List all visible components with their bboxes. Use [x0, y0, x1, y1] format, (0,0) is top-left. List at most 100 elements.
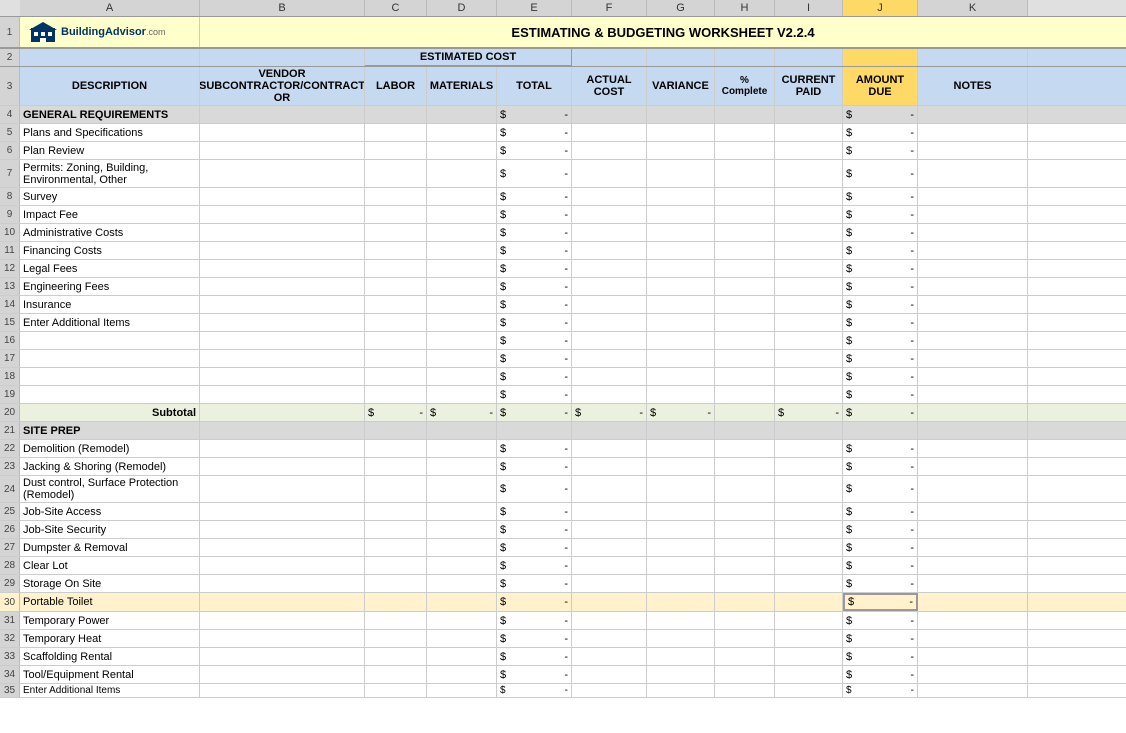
r22-f	[572, 440, 647, 457]
r11-d	[427, 242, 497, 259]
r28-e: $-	[497, 557, 572, 574]
r30-f	[572, 593, 647, 611]
header-variance: VARIANCE	[647, 67, 715, 105]
r28-b	[200, 557, 365, 574]
r29-f	[572, 575, 647, 592]
r14-g	[647, 296, 715, 313]
r14-b	[200, 296, 365, 313]
r34-c	[365, 666, 427, 683]
r6-i	[775, 142, 843, 159]
r12-j: $-	[843, 260, 918, 277]
r30-e: $-	[497, 593, 572, 611]
row-35: 35 Enter Additional Items $- $-	[0, 684, 1126, 698]
row-19: 19 $- $-	[0, 386, 1126, 404]
r12-c	[365, 260, 427, 277]
corner-cell	[0, 0, 20, 16]
r26-b	[200, 521, 365, 538]
r26-f	[572, 521, 647, 538]
r12-e: $-	[497, 260, 572, 277]
r25-f	[572, 503, 647, 520]
actual-cost-upper	[572, 49, 647, 66]
rownum-23: 23	[0, 458, 20, 475]
r15-b	[200, 314, 365, 331]
r25-d	[427, 503, 497, 520]
r7-i	[775, 160, 843, 187]
r4-h	[715, 106, 775, 123]
r30-j[interactable]: $-	[843, 593, 918, 611]
r20-c: $-	[365, 404, 427, 421]
r33-g	[647, 648, 715, 665]
row-14: 14 Insurance $- $-	[0, 296, 1126, 314]
r13-e: $-	[497, 278, 572, 295]
r9-c	[365, 206, 427, 223]
r28-f	[572, 557, 647, 574]
r19-b	[200, 386, 365, 403]
r13-c	[365, 278, 427, 295]
r8-c	[365, 188, 427, 205]
row-3: 3 DESCRIPTION VENDOR SUBCONTRACTOR/CONTR…	[0, 67, 1126, 106]
rownum-11: 11	[0, 242, 20, 259]
r33-c	[365, 648, 427, 665]
r28-c	[365, 557, 427, 574]
r4-g	[647, 106, 715, 123]
r18-e: $-	[497, 368, 572, 385]
rownum-10: 10	[0, 224, 20, 241]
r26-d	[427, 521, 497, 538]
row-13: 13 Engineering Fees $- $-	[0, 278, 1126, 296]
col-header-f: F	[572, 0, 647, 16]
r15-e: $-	[497, 314, 572, 331]
r11-h	[715, 242, 775, 259]
row-26: 26 Job-Site Security $- $-	[0, 521, 1126, 539]
r17-b	[200, 350, 365, 367]
r22-b	[200, 440, 365, 457]
r18-g	[647, 368, 715, 385]
r13-k	[918, 278, 1028, 295]
r12-desc: Legal Fees	[20, 260, 200, 277]
rownum-13: 13	[0, 278, 20, 295]
r26-g	[647, 521, 715, 538]
header-amount-due: AMOUNT DUE	[843, 67, 918, 105]
r35-k	[918, 684, 1028, 697]
r6-h	[715, 142, 775, 159]
r30-g	[647, 593, 715, 611]
r33-i	[775, 648, 843, 665]
r17-k	[918, 350, 1028, 367]
r35-b	[200, 684, 365, 697]
r12-b	[200, 260, 365, 277]
r27-desc: Dumpster & Removal	[20, 539, 200, 556]
rownum-32: 32	[0, 630, 20, 647]
r7-f	[572, 160, 647, 187]
r22-h	[715, 440, 775, 457]
r6-j: $-	[843, 142, 918, 159]
r29-g	[647, 575, 715, 592]
r16-f	[572, 332, 647, 349]
r13-g	[647, 278, 715, 295]
r26-h	[715, 521, 775, 538]
r15-h	[715, 314, 775, 331]
r31-g	[647, 612, 715, 629]
notes-upper	[918, 49, 1028, 66]
r14-d	[427, 296, 497, 313]
r34-i	[775, 666, 843, 683]
r24-j: $-	[843, 476, 918, 502]
col-header-c: C	[365, 0, 427, 16]
r29-j: $-	[843, 575, 918, 592]
r32-desc: Temporary Heat	[20, 630, 200, 647]
rownum-7: 7	[0, 160, 20, 187]
r9-j: $-	[843, 206, 918, 223]
r14-j: $-	[843, 296, 918, 313]
r31-h	[715, 612, 775, 629]
header-actual-cost: ACTUAL COST	[572, 67, 647, 105]
r9-desc: Impact Fee	[20, 206, 200, 223]
r6-g	[647, 142, 715, 159]
row-15: 15 Enter Additional Items $- $-	[0, 314, 1126, 332]
column-headers: A B C D E F G H I J K	[0, 0, 1126, 17]
rownum-22: 22	[0, 440, 20, 457]
r32-b	[200, 630, 365, 647]
r35-e: $-	[497, 684, 572, 697]
r17-f	[572, 350, 647, 367]
rownum-5: 5	[0, 124, 20, 141]
r12-g	[647, 260, 715, 277]
r34-d	[427, 666, 497, 683]
r35-desc: Enter Additional Items	[20, 684, 200, 697]
